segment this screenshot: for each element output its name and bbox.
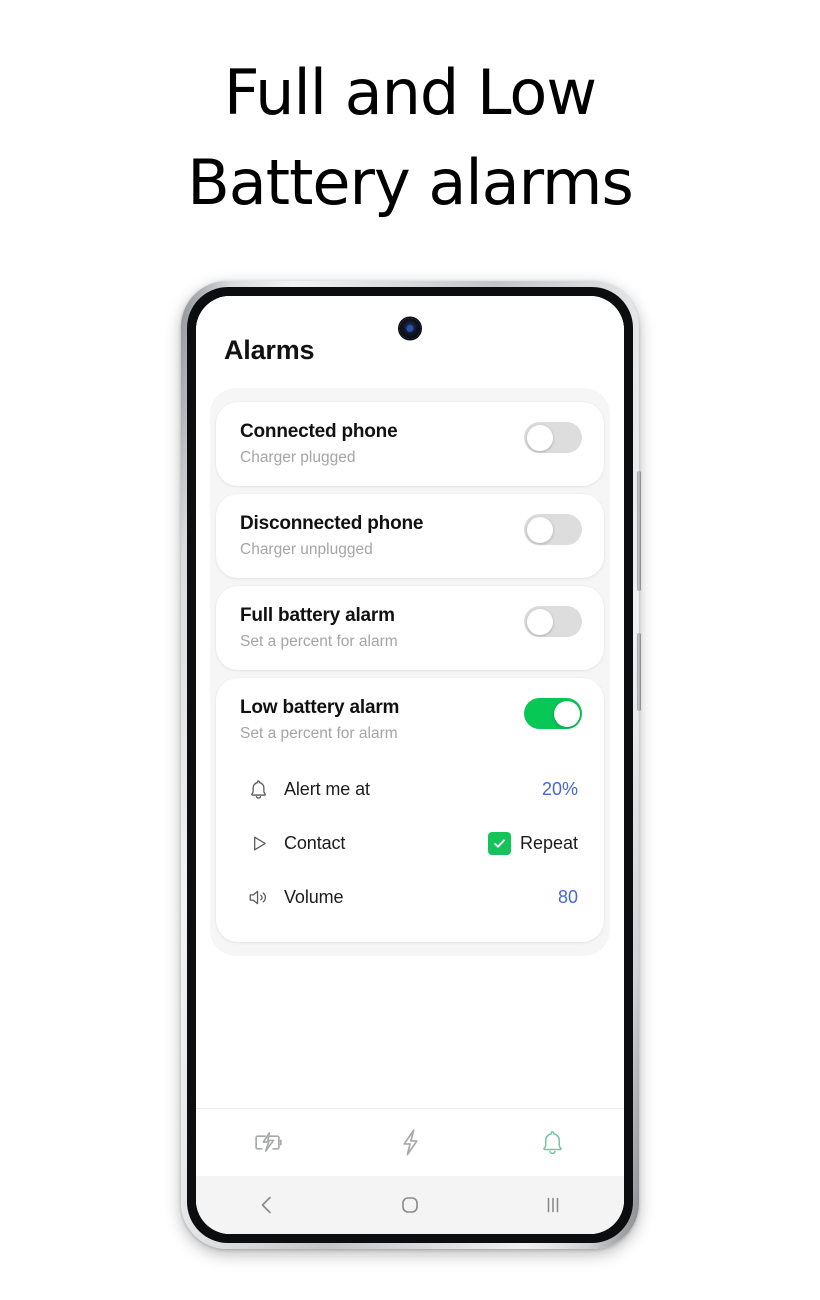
back-icon (262, 1196, 272, 1214)
page-title-line-1: Full and Low (223, 56, 597, 129)
card-header: Disconnected phone Charger unplugged (240, 512, 582, 560)
front-camera-icon (399, 318, 421, 339)
card-low-battery-alarm[interactable]: Low battery alarm Set a percent for alar… (216, 678, 604, 942)
toggle-knob (526, 424, 553, 451)
card-header: Connected phone Charger plugged (240, 420, 582, 468)
card-disconnected-phone[interactable]: Disconnected phone Charger unplugged (216, 494, 604, 578)
row-contact[interactable]: Contact Repeat (240, 816, 582, 870)
nav-recents-button[interactable] (481, 1176, 624, 1234)
alarms-app: Alarms Connected phone Charger plugged D… (196, 296, 624, 1234)
tab-power[interactable] (339, 1109, 482, 1176)
card-subtitle: Charger plugged (240, 449, 356, 466)
row-volume[interactable]: Volume 80 (240, 870, 582, 924)
volume-button[interactable] (637, 471, 641, 591)
card-texts: Disconnected phone Charger unplugged (240, 512, 423, 560)
bell-icon (242, 778, 274, 801)
card-subtitle: Set a percent for alarm (240, 725, 398, 742)
toggle-low-battery-alarm[interactable] (524, 698, 582, 729)
row-value-alert-percent[interactable]: 20% (542, 779, 578, 800)
lightning-bolt-icon (402, 1129, 418, 1156)
nav-home-button[interactable] (339, 1176, 482, 1234)
tab-charging[interactable] (196, 1109, 339, 1176)
card-subtitle: Set a percent for alarm (240, 633, 398, 650)
power-button[interactable] (637, 633, 641, 711)
repeat-control[interactable]: Repeat (487, 831, 578, 855)
card-connected-phone[interactable]: Connected phone Charger plugged (216, 402, 604, 486)
play-icon (242, 832, 274, 855)
row-label: Volume (284, 886, 344, 907)
page-title: Full and Low Battery alarms (0, 48, 820, 228)
card-title: Full battery alarm (240, 605, 395, 626)
tab-alarms[interactable] (481, 1109, 624, 1176)
recents-icon (547, 1197, 558, 1213)
volume-icon (242, 886, 274, 909)
toggle-knob (553, 700, 580, 727)
bell-icon (543, 1131, 562, 1155)
battery-charging-icon (255, 1132, 282, 1152)
android-nav-bar (196, 1176, 624, 1234)
app-title: Alarms (224, 335, 315, 365)
card-title: Low battery alarm (240, 697, 400, 718)
card-header: Full battery alarm Set a percent for ala… (240, 604, 582, 652)
toggle-disconnected-phone[interactable] (524, 514, 582, 545)
card-title: Connected phone (240, 421, 398, 442)
phone-bezel: Alarms Connected phone Charger plugged D… (187, 287, 633, 1243)
card-full-battery-alarm[interactable]: Full battery alarm Set a percent for ala… (216, 586, 604, 670)
toggle-full-battery-alarm[interactable] (524, 606, 582, 637)
card-header: Low battery alarm Set a percent for alar… (240, 696, 582, 744)
home-icon (402, 1197, 418, 1213)
page-title-line-2: Battery alarms (187, 146, 634, 219)
checkbox-repeat[interactable] (487, 831, 511, 855)
card-subtitle: Charger unplugged (240, 541, 373, 558)
row-value-volume[interactable]: 80 (558, 887, 578, 908)
toggle-knob (526, 516, 553, 543)
toggle-knob (526, 608, 553, 635)
checkbox-repeat-label: Repeat (519, 832, 578, 853)
card-texts: Full battery alarm Set a percent for ala… (240, 604, 398, 652)
nav-back-button[interactable] (196, 1176, 339, 1234)
card-texts: Connected phone Charger plugged (240, 420, 398, 468)
app-content: Connected phone Charger plugged Disconne… (196, 374, 624, 1108)
row-label: Alert me at (284, 778, 370, 799)
alarm-card-panel: Connected phone Charger plugged Disconne… (210, 388, 610, 956)
toggle-connected-phone[interactable] (524, 422, 582, 453)
card-texts: Low battery alarm Set a percent for alar… (240, 696, 399, 744)
bottom-tab-bar (196, 1108, 624, 1176)
row-label: Contact (284, 832, 346, 853)
phone-screen: Alarms Connected phone Charger plugged D… (196, 296, 624, 1234)
low-battery-detail-rows: Alert me at 20% Contact Repeat Volume 80 (240, 762, 582, 924)
card-title: Disconnected phone (240, 513, 424, 534)
row-alert-me-at[interactable]: Alert me at 20% (240, 762, 582, 816)
phone-device-frame: Alarms Connected phone Charger plugged D… (181, 281, 641, 1249)
page-root: Full and Low Battery alarms Alarms Conne… (0, 0, 820, 1300)
